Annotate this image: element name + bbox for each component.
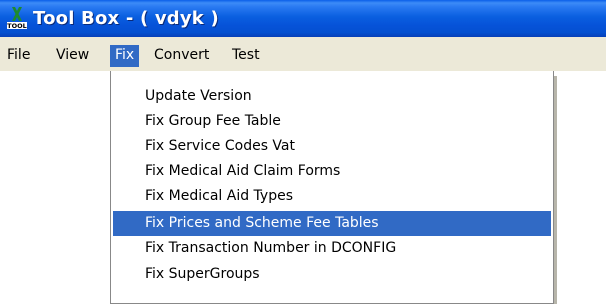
menu-convert[interactable]: Convert [152,45,211,67]
menu-item-fix-prices-scheme-fee-tables[interactable]: Fix Prices and Scheme Fee Tables [113,211,551,236]
tool-app-icon[interactable]: TOOL [6,6,28,30]
menu-bar: File View Fix Convert Test [0,37,606,71]
fix-dropdown-menu: Update Version Fix Group Fee Table Fix S… [110,71,554,304]
app-window: TOOL Tool Box - ( vdyk ) File View Fix C… [0,0,606,304]
menu-item-fix-service-codes-vat[interactable]: Fix Service Codes Vat [113,134,551,159]
window-title: Tool Box - ( vdyk ) [33,8,219,29]
title-bar[interactable]: TOOL Tool Box - ( vdyk ) [0,0,606,37]
menu-item-fix-medical-aid-types[interactable]: Fix Medical Aid Types [113,184,551,209]
menu-view[interactable]: View [54,45,91,67]
app-icon-label: TOOL [7,22,27,30]
menu-fix[interactable]: Fix [110,45,140,67]
menu-item-fix-medical-aid-claim-forms[interactable]: Fix Medical Aid Claim Forms [113,159,551,184]
menu-item-update-version[interactable]: Update Version [113,84,551,109]
menu-item-fix-supergroups[interactable]: Fix SuperGroups [113,262,551,287]
menu-test[interactable]: Test [230,45,262,67]
menu-item-fix-transaction-number-dconfig[interactable]: Fix Transaction Number in DCONFIG [113,236,551,261]
menu-item-fix-group-fee-table[interactable]: Fix Group Fee Table [113,109,551,134]
menu-file[interactable]: File [5,45,32,67]
